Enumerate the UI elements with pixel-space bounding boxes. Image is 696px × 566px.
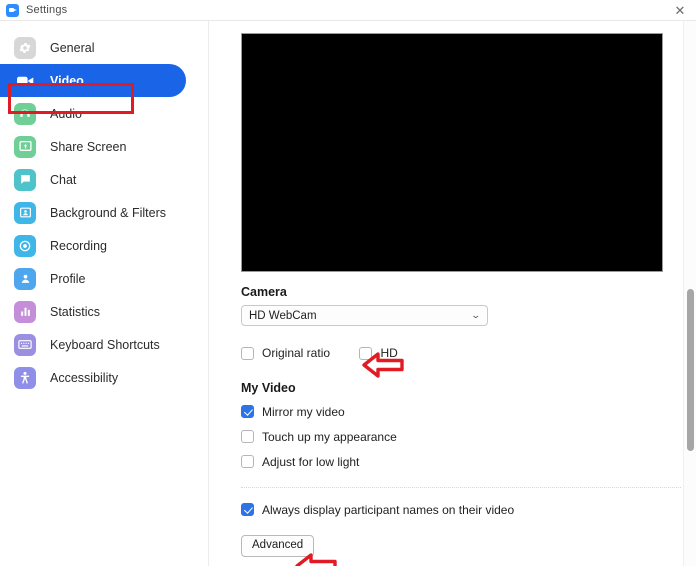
camera-section-heading: Camera bbox=[241, 285, 287, 299]
sidebar-item-label: Chat bbox=[50, 172, 77, 187]
record-circle-icon bbox=[14, 234, 36, 257]
sidebar-item-accessibility[interactable]: Accessibility bbox=[0, 361, 208, 394]
touch-up-appearance-label: Touch up my appearance bbox=[262, 429, 397, 444]
settings-body: General Video Audio Share Screen Chat Ba… bbox=[0, 21, 696, 566]
gear-icon bbox=[14, 36, 36, 59]
original-ratio-option[interactable]: Original ratio bbox=[241, 345, 330, 361]
original-ratio-label: Original ratio bbox=[262, 346, 331, 360]
vertical-scrollbar-thumb[interactable] bbox=[687, 289, 694, 451]
sidebar-item-label: Accessibility bbox=[50, 370, 119, 385]
bar-chart-icon bbox=[14, 300, 36, 323]
sidebar-item-general[interactable]: General bbox=[0, 31, 208, 64]
touch-up-appearance-checkbox[interactable] bbox=[241, 430, 254, 443]
sidebar-item-chat[interactable]: Chat bbox=[0, 163, 208, 196]
chevron-down-icon: ⌄ bbox=[470, 310, 482, 320]
zoom-video-icon bbox=[6, 3, 19, 17]
sidebar-item-label: Share Screen bbox=[50, 139, 127, 154]
person-icon bbox=[14, 267, 36, 290]
display-participant-names-label: Always display participant names on thei… bbox=[262, 502, 515, 517]
share-screen-icon bbox=[14, 135, 36, 158]
sidebar-item-label: Statistics bbox=[50, 304, 101, 319]
sidebar-item-profile[interactable]: Profile bbox=[0, 262, 208, 295]
adjust-low-light-checkbox[interactable] bbox=[241, 455, 254, 468]
sidebar-item-video[interactable]: Video bbox=[0, 64, 186, 97]
camera-device-select[interactable]: HD WebCam ⌄ bbox=[241, 305, 488, 326]
chat-bubble-icon bbox=[14, 168, 36, 191]
sidebar-item-share-screen[interactable]: Share Screen bbox=[0, 130, 208, 163]
my-video-section-heading: My Video bbox=[241, 380, 296, 395]
arrow-advanced-annotation bbox=[295, 553, 337, 566]
sidebar-item-label: Recording bbox=[50, 238, 107, 253]
touch-up-appearance-option[interactable]: Touch up my appearance bbox=[241, 429, 696, 445]
section-divider bbox=[241, 486, 681, 488]
settings-sidebar: General Video Audio Share Screen Chat Ba… bbox=[0, 21, 209, 566]
video-settings-panel: Camera HD WebCam ⌄ Original ratio HD My … bbox=[209, 21, 696, 566]
camera-preview bbox=[241, 33, 663, 272]
sidebar-item-label: Keyboard Shortcuts bbox=[50, 337, 160, 352]
sidebar-item-recording[interactable]: Recording bbox=[0, 229, 208, 262]
close-icon[interactable]: ✕ bbox=[664, 0, 696, 20]
sidebar-item-label: General bbox=[50, 40, 95, 55]
adjust-low-light-label: Adjust for low light bbox=[262, 454, 360, 469]
sidebar-item-label: Audio bbox=[50, 106, 82, 121]
adjust-low-light-option[interactable]: Adjust for low light bbox=[241, 454, 696, 470]
camera-device-value: HD WebCam bbox=[249, 309, 317, 322]
sidebar-item-keyboard-shortcuts[interactable]: Keyboard Shortcuts bbox=[0, 328, 208, 361]
sidebar-item-audio[interactable]: Audio bbox=[0, 97, 208, 130]
window-title-bar: Settings ✕ bbox=[0, 0, 696, 21]
sidebar-item-label: Video bbox=[50, 73, 84, 88]
person-frame-icon bbox=[14, 201, 36, 224]
sidebar-item-label: Profile bbox=[50, 271, 86, 286]
display-participant-names-checkbox[interactable] bbox=[241, 503, 254, 516]
mirror-my-video-checkbox[interactable] bbox=[241, 405, 254, 418]
keyboard-icon bbox=[14, 333, 36, 356]
mirror-my-video-label: Mirror my video bbox=[262, 404, 345, 419]
accessibility-icon bbox=[14, 366, 36, 389]
sidebar-item-statistics[interactable]: Statistics bbox=[0, 295, 208, 328]
mirror-my-video-option[interactable]: Mirror my video bbox=[241, 404, 696, 420]
video-camera-icon bbox=[14, 70, 36, 92]
arrow-hd-annotation bbox=[362, 352, 404, 378]
vertical-scrollbar-track[interactable] bbox=[683, 21, 696, 566]
camera-options-row: Original ratio HD bbox=[241, 336, 696, 365]
sidebar-item-label: Background & Filters bbox=[50, 205, 167, 220]
window-title: Settings bbox=[26, 4, 68, 16]
original-ratio-checkbox[interactable] bbox=[241, 346, 254, 360]
headphones-icon bbox=[14, 102, 36, 125]
display-participant-names-option[interactable]: Always display participant names on thei… bbox=[241, 502, 696, 518]
sidebar-item-background-filters[interactable]: Background & Filters bbox=[0, 196, 208, 229]
